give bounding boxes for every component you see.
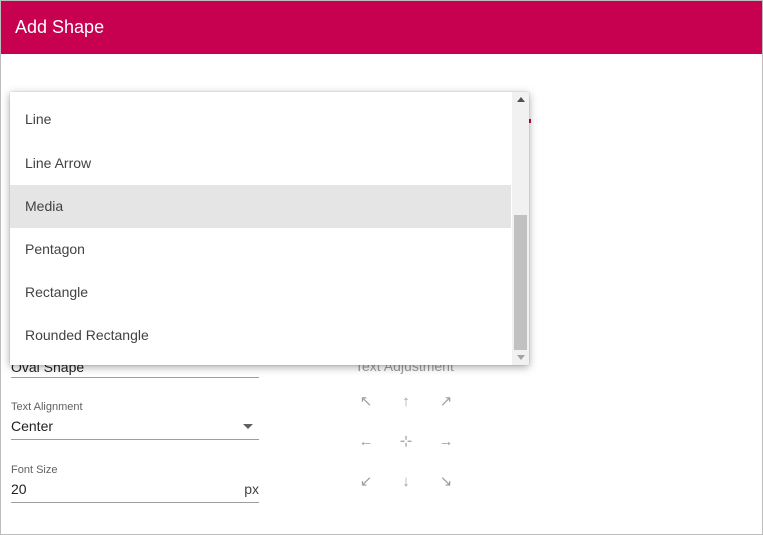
font-size-input[interactable]: 20 px (11, 480, 259, 503)
text-alignment-label: Text Alignment (11, 401, 83, 413)
arrow-down-icon[interactable]: ↓ (393, 469, 419, 495)
center-icon[interactable]: ⊹ (393, 429, 419, 455)
scroll-thumb[interactable] (514, 215, 527, 350)
option-pentagon[interactable]: Pentagon (10, 228, 511, 271)
font-size-field[interactable]: Font Size 20 px (11, 464, 259, 503)
dialog-title: Add Shape (15, 17, 105, 37)
chevron-down-icon[interactable] (243, 424, 253, 429)
font-size-value: 20 (11, 481, 27, 497)
arrow-down-right-icon[interactable]: ↘ (433, 469, 459, 495)
text-alignment-value-container[interactable]: Center (11, 417, 259, 440)
scroll-down-icon[interactable] (517, 355, 525, 360)
arrow-up-right-icon[interactable]: ↗ (433, 389, 459, 415)
option-media[interactable]: Media (10, 185, 511, 228)
arrow-left-icon[interactable]: ← (353, 429, 379, 455)
arrow-down-left-icon[interactable]: ↙ (353, 469, 379, 495)
shape-dropdown-list[interactable]: Line Line Arrow Media Pentagon Rectangle… (10, 92, 529, 365)
font-size-unit: px (244, 481, 259, 497)
font-size-label: Font Size (11, 464, 58, 476)
arrow-right-icon[interactable]: → (433, 429, 459, 455)
focus-accent (529, 119, 531, 123)
arrow-up-icon[interactable]: ↑ (393, 389, 419, 415)
scroll-up-icon[interactable] (517, 97, 525, 102)
text-adjustment-grid: ↖ ↑ ↗ ← ⊹ → ↙ ↓ ↘ (353, 389, 459, 495)
arrow-up-left-icon[interactable]: ↖ (353, 389, 379, 415)
option-rectangle[interactable]: Rectangle (10, 271, 511, 314)
option-line-arrow[interactable]: Line Arrow (10, 142, 511, 185)
text-alignment-value: Center (11, 418, 54, 434)
option-rounded-rectangle[interactable]: Rounded Rectangle (10, 314, 511, 357)
dialog-header: Add Shape (1, 1, 762, 54)
dropdown-scrollbar[interactable] (512, 92, 529, 365)
option-line[interactable]: Line (10, 98, 511, 141)
text-alignment-dropdown[interactable]: Text Alignment Center (11, 401, 259, 440)
